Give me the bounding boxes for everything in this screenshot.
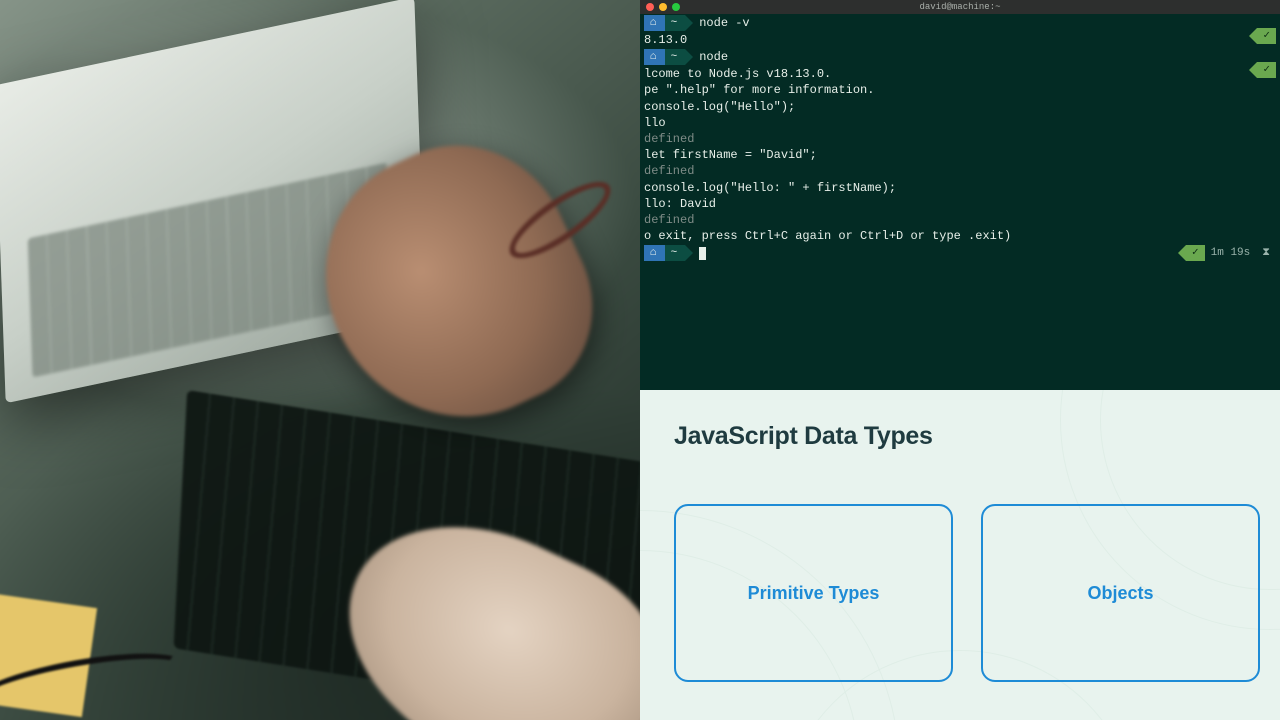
repl-u2: defined (640, 163, 1280, 179)
card-row: Primitive Types Objects (674, 504, 1260, 682)
terminal-window[interactable]: david@machine:~ ⌂ ~ node -v ✓ 8.13.0 ⌂ ~… (640, 0, 1280, 390)
terminal-titlebar[interactable]: david@machine:~ (640, 0, 1280, 14)
elapsed-time: 1m 19s (1205, 246, 1257, 261)
minimize-icon[interactable] (659, 3, 667, 11)
cmd-node: node (699, 49, 728, 65)
prompt-seg-home: ⌂ (644, 49, 665, 65)
status-badge-3: ✓ 1m 19s ⧗ (1186, 245, 1276, 261)
repl-c1: console.log("Hello"); (640, 99, 1280, 115)
photo-panel (0, 0, 640, 720)
right-panel: david@machine:~ ⌂ ~ node -v ✓ 8.13.0 ⌂ ~… (640, 0, 1280, 720)
status-badge-1: ✓ (1257, 28, 1276, 44)
clock-icon: ⧗ (1256, 246, 1276, 261)
out-welcome: lcome to Node.js v18.13.0. (640, 66, 1280, 82)
prompt-line-1: ⌂ ~ node -v ✓ (640, 14, 1280, 32)
home-icon: ⌂ (650, 16, 657, 31)
check-icon: ✓ (1186, 245, 1205, 261)
slide-panel: JavaScript Data Types Primitive Types Ob… (640, 390, 1280, 720)
repl-u3: defined (640, 212, 1280, 228)
prompt-seg-home: ⌂ (644, 15, 665, 31)
terminal-body[interactable]: ⌂ ~ node -v ✓ 8.13.0 ⌂ ~ node ✓ lcome to… (640, 14, 1280, 262)
prompt-seg-path: ~ (665, 15, 686, 31)
repl-o3: llo: David (640, 196, 1280, 212)
cmd-node-v: node -v (699, 15, 749, 31)
out-help: pe ".help" for more information. (640, 82, 1280, 98)
prompt-line-3[interactable]: ⌂ ~ ✓ 1m 19s ⧗ (640, 244, 1280, 262)
prompt-seg-home: ⌂ (644, 245, 665, 261)
card-objects[interactable]: Objects (981, 504, 1260, 682)
home-icon: ⌂ (650, 50, 657, 65)
repl-c3: console.log("Hello: " + firstName); (640, 180, 1280, 196)
card-label: Primitive Types (748, 583, 880, 604)
prompt-seg-path: ~ (665, 49, 686, 65)
home-icon: ⌂ (650, 246, 657, 261)
check-icon: ✓ (1257, 28, 1276, 44)
maximize-icon[interactable] (672, 3, 680, 11)
close-icon[interactable] (646, 3, 654, 11)
card-primitive-types[interactable]: Primitive Types (674, 504, 953, 682)
status-badge-2: ✓ (1257, 62, 1276, 78)
check-icon: ✓ (1257, 62, 1276, 78)
exit-hint: o exit, press Ctrl+C again or Ctrl+D or … (640, 228, 1280, 244)
cursor[interactable] (699, 247, 706, 260)
repl-u1: defined (640, 131, 1280, 147)
card-label: Objects (1087, 583, 1153, 604)
repl-o1: llo (640, 115, 1280, 131)
window-controls[interactable] (646, 3, 680, 11)
prompt-line-2: ⌂ ~ node ✓ (640, 48, 1280, 66)
repl-c2: let firstName = "David"; (640, 147, 1280, 163)
slide-title: JavaScript Data Types (674, 422, 933, 451)
out-version: 8.13.0 (640, 32, 1280, 48)
prompt-seg-path: ~ (665, 245, 686, 261)
titlebar-text: david@machine:~ (919, 1, 1000, 13)
